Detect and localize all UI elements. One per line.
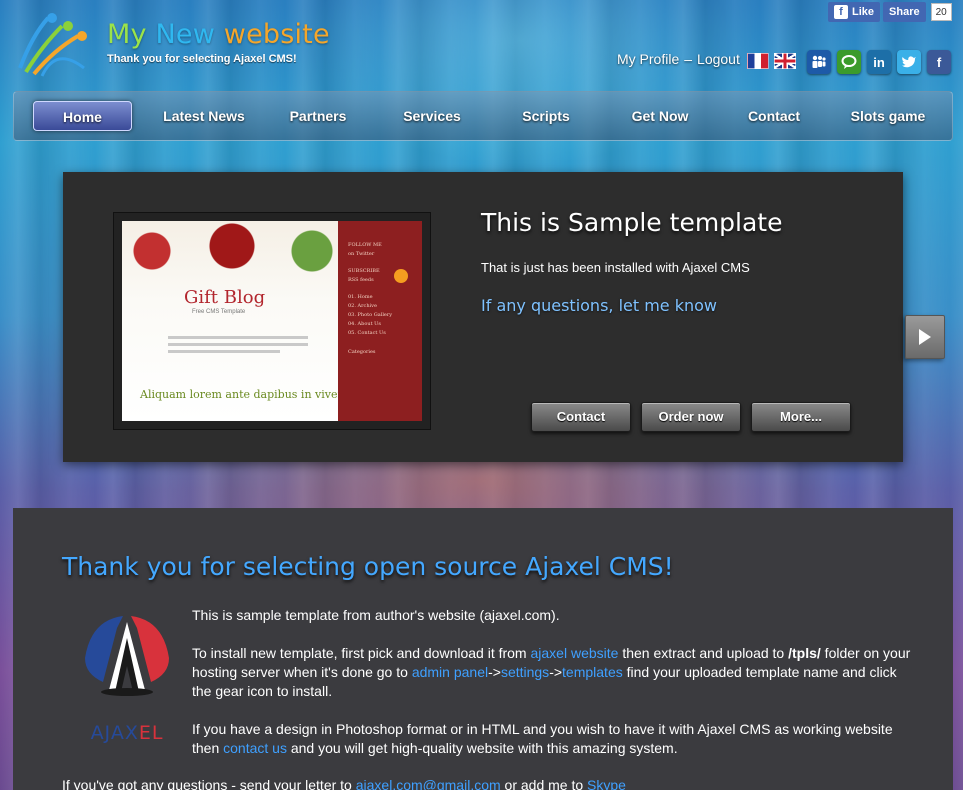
nav-item-slots-game[interactable]: Slots game [831, 101, 945, 131]
site-title[interactable]: My New website [107, 19, 330, 50]
logo-text-ajax: AJAX [90, 722, 139, 744]
main-nav: Home Latest News Partners Services Scrip… [13, 91, 953, 141]
text: -> [549, 664, 563, 680]
content-title: Thank you for selecting open source Ajax… [62, 552, 674, 581]
nav-item-latest-news[interactable]: Latest News [147, 101, 261, 131]
user-links: My Profile – Logout [617, 51, 740, 67]
nav-item-get-now[interactable]: Get Now [603, 101, 717, 131]
preview-post-heading: Aliquam lorem ante dapibus in viverra [140, 388, 355, 401]
contact-us-link[interactable]: contact us [223, 740, 287, 756]
logo-text-el: EL [138, 722, 164, 744]
nav-item-services[interactable]: Services [375, 101, 489, 131]
next-arrow-icon [919, 329, 931, 345]
preview-sidebar-item: on Twitter [348, 251, 375, 257]
preview-sidebar-item: 03. Photo Gallery [348, 312, 393, 318]
slide-text: That is just has been installed with Aja… [481, 260, 750, 275]
preview-sidebar-item: Categories [348, 349, 376, 355]
text: and you will get high-quality website wi… [286, 740, 678, 756]
site-title-word-3: website [223, 19, 330, 50]
text: -> [488, 664, 501, 680]
slide-title: This is Sample template [481, 208, 783, 237]
myspace-icon[interactable] [807, 50, 831, 74]
preview-sidebar-item: 05. Contact Us [348, 330, 386, 336]
slide-preview-frame[interactable]: Gift Blog Free CMS Template Aliquam lore… [113, 212, 431, 430]
social-links: in f [807, 50, 951, 74]
nav-item-home[interactable]: Home [33, 101, 132, 131]
linkedin-icon[interactable]: in [867, 50, 891, 74]
site-title-word-2: New [155, 19, 215, 50]
ajaxel-logo-icon: AJAXEL [83, 608, 171, 744]
site-subtitle: Thank you for selecting Ajaxel CMS! [107, 53, 297, 65]
paragraph-intro: This is sample template from author's we… [192, 607, 560, 623]
preview-sidebar-item: FOLLOW ME [348, 242, 382, 248]
main-content: Thank you for selecting open source Ajax… [13, 508, 953, 790]
contact-button[interactable]: Contact [531, 402, 631, 432]
slide-questions-link[interactable]: If any questions, let me know [481, 296, 717, 315]
paragraph-questions: If you've got any questions - send your … [62, 777, 626, 790]
order-now-button[interactable]: Order now [641, 402, 741, 432]
nav-item-partners[interactable]: Partners [261, 101, 375, 131]
settings-link[interactable]: settings [501, 664, 549, 680]
fb-share-button[interactable]: Share [883, 2, 926, 22]
slider-next-button[interactable] [905, 315, 945, 359]
site-logo-icon[interactable] [12, 6, 94, 80]
flag-fr-icon[interactable] [747, 53, 769, 69]
preview-text-lines [168, 336, 308, 357]
my-profile-link[interactable]: My Profile [617, 51, 679, 67]
content-text: This is sample template from author's we… [192, 606, 912, 777]
admin-panel-link[interactable]: admin panel [412, 664, 488, 680]
facebook-f-icon: f [834, 5, 848, 19]
text: If you've got any questions - send your … [62, 777, 356, 790]
paragraph-install: To install new template, first pick and … [192, 644, 912, 701]
nav-item-contact[interactable]: Contact [717, 101, 831, 131]
more-button[interactable]: More... [751, 402, 851, 432]
twitter-icon[interactable] [897, 50, 921, 74]
slide-buttons: Contact Order now More... [531, 402, 851, 432]
text: or add me to [500, 777, 588, 790]
featured-slider: Gift Blog Free CMS Template Aliquam lore… [63, 172, 903, 462]
text: then extract and upload to [618, 645, 789, 661]
link-separator: – [684, 51, 693, 67]
flag-uk-icon[interactable] [774, 53, 796, 69]
fb-like-button[interactable]: f Like [828, 2, 881, 22]
preview-sidebar-item: 02. Archive [348, 303, 377, 309]
skype-link[interactable]: Skype [587, 777, 626, 790]
preview-sidebar-item: 01. Home [348, 294, 373, 300]
email-link[interactable]: ajaxel.com@gmail.com [356, 777, 501, 790]
nav-item-scripts[interactable]: Scripts [489, 101, 603, 131]
talk-icon[interactable] [837, 50, 861, 74]
preview-blog-subtitle: Free CMS Template [192, 309, 246, 315]
templates-link[interactable]: templates [562, 664, 623, 680]
facebook-widget: f Like Share 20 [828, 2, 952, 22]
logout-link[interactable]: Logout [697, 51, 740, 67]
rss-icon [394, 269, 408, 283]
fb-share-count: 20 [930, 3, 952, 21]
paragraph-design: If you have a design in Photoshop format… [192, 720, 912, 758]
ajaxel-website-link[interactable]: ajaxel website [531, 645, 619, 661]
preview-blog-title: Gift Blog [184, 287, 266, 308]
facebook-icon[interactable]: f [927, 50, 951, 74]
language-switcher [747, 53, 796, 69]
slide-preview-image: Gift Blog Free CMS Template Aliquam lore… [122, 221, 422, 421]
site-title-word-1: My [107, 19, 147, 50]
preview-sidebar-item: 04. About Us [348, 321, 381, 327]
ajaxel-logo-text: AJAXEL [83, 722, 171, 744]
text: To install new template, first pick and … [192, 645, 531, 661]
tpls-folder-text: /tpls/ [788, 645, 821, 661]
preview-sidebar: FOLLOW ME on Twitter SUBSCRIBE RSS feeds… [338, 221, 422, 421]
fb-like-label: Like [852, 6, 875, 18]
